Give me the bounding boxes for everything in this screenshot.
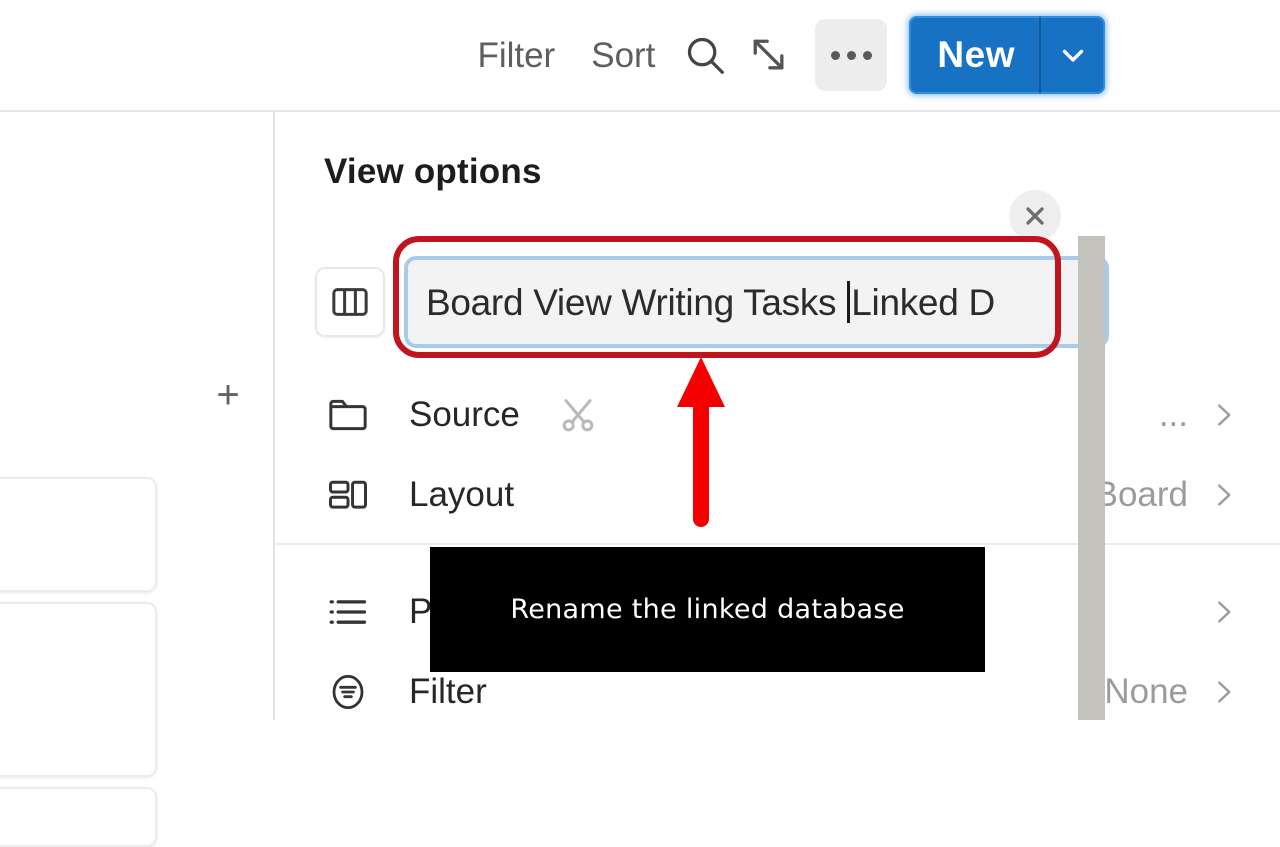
menu-row-properties-label: P — [409, 592, 433, 631]
list-bullet-icon — [323, 587, 373, 637]
panel-section-divider — [275, 543, 1280, 545]
vertical-scrollbar[interactable] — [1078, 236, 1105, 720]
menu-row-filter-label: Filter — [409, 672, 487, 711]
new-button-label: New — [937, 34, 1015, 75]
chevron-right-icon[interactable] — [1206, 478, 1240, 512]
ellipsis-icon — [830, 50, 872, 60]
board-card[interactable] — [0, 787, 157, 847]
scissors-icon[interactable] — [557, 394, 599, 436]
panel-header: View options — [275, 112, 1280, 242]
view-name-input[interactable]: Board View Writing Tasks Linked D — [408, 260, 1105, 344]
board-card[interactable] — [0, 477, 157, 592]
board-background: + — [0, 112, 275, 847]
sort-button[interactable]: Sort — [573, 38, 673, 73]
close-icon[interactable] — [1009, 190, 1061, 242]
view-name-text-before: Board View Writing Tasks — [426, 281, 847, 323]
menu-row-layout[interactable]: Layout Board — [275, 455, 1280, 535]
chevron-right-icon[interactable] — [1206, 398, 1240, 432]
search-icon[interactable] — [677, 27, 733, 83]
caption-overlay: Rename the linked database — [430, 547, 985, 672]
menu-row-source[interactable]: Source ... — [275, 375, 1280, 455]
menu-row-filter-value: None — [1104, 672, 1188, 711]
more-options-button[interactable] — [815, 19, 888, 91]
add-column-button[interactable]: + — [208, 375, 248, 415]
menu-row-source-value: ... — [1158, 395, 1188, 434]
new-button[interactable]: New — [909, 16, 1105, 94]
layout-grid-icon — [323, 470, 373, 520]
chevron-right-icon[interactable] — [1206, 675, 1240, 709]
chevron-down-icon[interactable] — [1041, 16, 1105, 94]
menu-row-layout-value: Board — [1094, 475, 1188, 514]
caption-text: Rename the linked database — [510, 594, 905, 625]
view-name-row: Board View Writing Tasks Linked D — [315, 257, 1105, 347]
filter-circle-icon — [323, 667, 373, 717]
view-name-input-value: Board View Writing Tasks Linked D — [408, 280, 995, 324]
expand-diagonal-icon[interactable] — [741, 27, 797, 83]
page-title: View options — [324, 152, 542, 191]
filter-button[interactable]: Filter — [459, 38, 573, 73]
folder-icon — [323, 390, 373, 440]
text-cursor — [847, 280, 851, 323]
board-card[interactable] — [0, 602, 157, 777]
toolbar-controls: Filter Sort New — [459, 0, 1105, 110]
menu-row-source-label: Source — [409, 395, 520, 434]
chevron-right-icon[interactable] — [1206, 595, 1240, 629]
top-toolbar: Filter Sort New — [0, 0, 1280, 112]
menu-row-layout-label: Layout — [409, 475, 515, 514]
view-name-text-after: Linked D — [851, 281, 995, 323]
board-columns-icon[interactable] — [315, 267, 385, 337]
